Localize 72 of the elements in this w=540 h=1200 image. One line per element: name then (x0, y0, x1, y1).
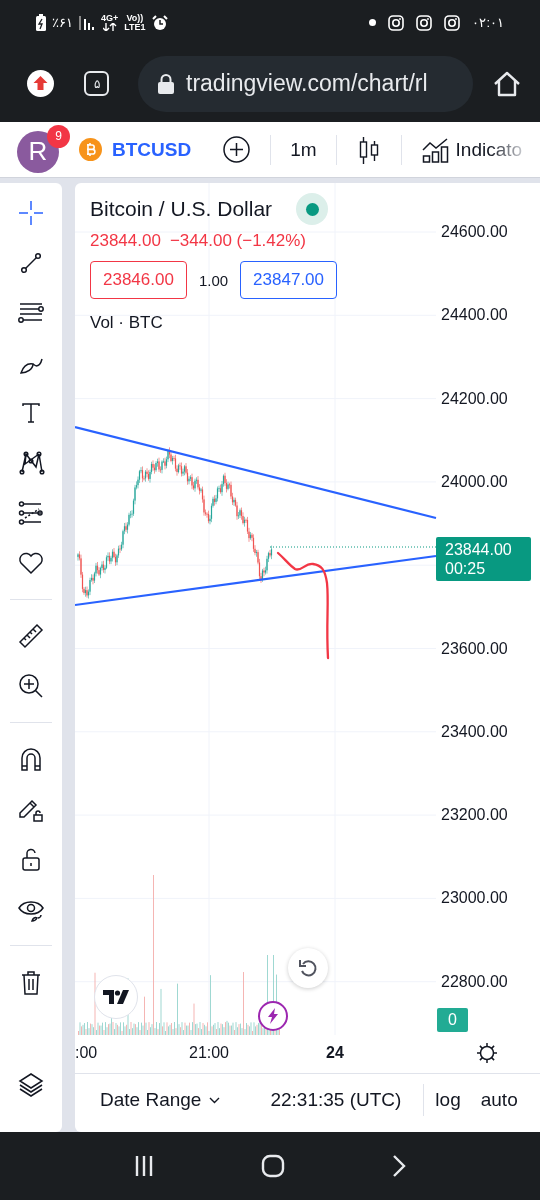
indicators-icon[interactable] (421, 136, 450, 163)
clock-text: ۰۲:۰۱ (472, 15, 504, 30)
home-icon[interactable] (493, 69, 521, 98)
chevron-down-icon (209, 1096, 221, 1104)
auto-button[interactable]: auto (480, 1089, 518, 1111)
countdown-text: 00:25 (445, 559, 487, 578)
alarm-icon (151, 14, 168, 31)
change-text: −344.00 (−1.42%) (169, 231, 306, 251)
logo-button[interactable] (94, 975, 138, 1019)
recent-apps-icon[interactable] (133, 1155, 154, 1177)
zoom-icon[interactable] (17, 672, 45, 700)
volte-label: Vo)) (126, 13, 144, 23)
network-type: 4G+ (101, 14, 119, 23)
price-scale-label: 22800.00 (441, 972, 508, 991)
volume-legend: Vol · BTC (90, 313, 337, 333)
price-scale-label: 24200.00 (441, 389, 508, 408)
add-icon[interactable] (223, 136, 251, 163)
prediction-icon[interactable] (17, 499, 45, 527)
price-scale-label: 24400.00 (441, 306, 508, 325)
camera-app-icon (444, 14, 461, 31)
time-scale-label: 24 (326, 1044, 344, 1062)
tab-count-button[interactable]: ۵ (84, 71, 109, 96)
ruler-icon[interactable] (17, 622, 45, 650)
log-button[interactable]: log (435, 1089, 461, 1111)
data-arrows-icon (102, 23, 117, 31)
battery-percent: ٪۶۱ (52, 15, 73, 30)
price-scale-label: 23600.00 (441, 639, 508, 658)
price-scale-label: 23400.00 (441, 722, 508, 741)
price-text: 23844.00 (90, 231, 161, 251)
price-scale-label: 24000.00 (441, 472, 508, 491)
time-scale-label: :00 (75, 1044, 98, 1062)
home-button-icon[interactable] (261, 1154, 285, 1178)
camera-app-icon (416, 14, 433, 31)
camera-app-icon (388, 14, 405, 31)
logo-icon (103, 990, 129, 1004)
buy-button[interactable]: 23847.00 (240, 261, 337, 299)
reset-icon (298, 958, 318, 978)
pattern-icon[interactable] (17, 449, 45, 477)
notification-dot-icon (369, 19, 377, 26)
battery-icon (36, 14, 46, 31)
address-bar[interactable]: tradingview.com/chart/rl (138, 55, 473, 112)
reset-view-button[interactable] (288, 948, 328, 988)
notification-badge: 9 (47, 124, 70, 148)
layers-icon[interactable] (17, 1071, 45, 1099)
price-scale-label: 24600.00 (441, 223, 508, 241)
volume-price-label: 0 (437, 1008, 468, 1032)
crosshair-icon[interactable] (17, 199, 45, 227)
spread-text: 1.00 (198, 271, 229, 289)
candles-icon[interactable] (358, 135, 379, 164)
last-price-text: 23844.00 (445, 540, 513, 559)
lock-icon (158, 73, 174, 94)
lte-label: LTE1 (124, 22, 146, 32)
symbol-button[interactable]: BTCUSD (112, 138, 192, 161)
clock-text[interactable]: 22:31:35 (UTC) (270, 1089, 402, 1111)
date-range-button[interactable]: Date Range (100, 1089, 221, 1111)
settings-icon[interactable] (476, 1042, 498, 1064)
interval-button[interactable]: 1m (271, 138, 336, 161)
time-scale-label: 21:00 (189, 1044, 229, 1062)
symbol-title: Bitcoin / U.S. Dollar (90, 197, 273, 221)
sell-button[interactable]: 23846.00 (90, 261, 187, 299)
upload-icon[interactable] (27, 70, 54, 97)
lightning-button[interactable] (258, 1001, 288, 1031)
price-scale-label: 23000.00 (441, 889, 508, 908)
brush-stroke[interactable] (276, 551, 330, 660)
signal-icon (79, 15, 95, 30)
bitcoin-icon (79, 138, 102, 161)
trend-line[interactable] (75, 425, 437, 520)
lightning-icon (267, 1008, 279, 1024)
url-text: tradingview.com/chart/rl (186, 70, 428, 97)
price-scale-label: 23200.00 (441, 806, 508, 825)
trend-line[interactable] (75, 554, 437, 607)
back-icon[interactable] (392, 1154, 407, 1178)
